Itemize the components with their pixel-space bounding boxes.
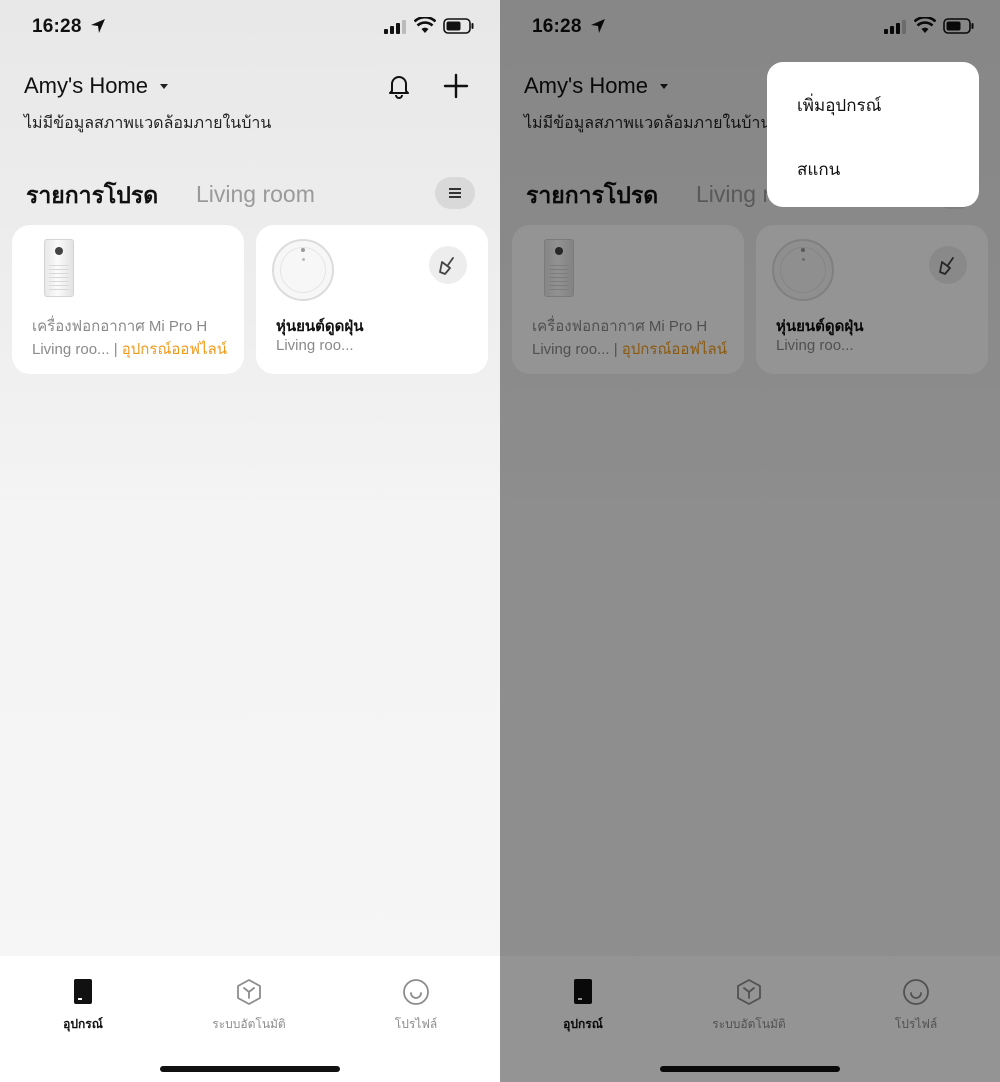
room-list-button[interactable]: [435, 177, 475, 209]
bottom-tab-bar: อุปกรณ์ ระบบอัตโนมัติ โปรไฟล์: [0, 956, 500, 1082]
device-card-robot-vacuum[interactable]: หุ่นยนต์ดูดฝุ่น Living roo...: [256, 225, 488, 374]
tab-favorites[interactable]: รายการโปรด: [26, 178, 158, 214]
location-arrow-icon: [91, 19, 105, 33]
tab-label: อุปกรณ์: [63, 1017, 103, 1031]
add-icon[interactable]: [441, 71, 471, 101]
device-room: Living roo...: [276, 337, 354, 354]
device-room: Living roo...: [32, 341, 110, 358]
home-screen-with-menu: 16:28 Amy's Home ไม่มีข้อมูลสภาพแวดล้อมภ…: [500, 0, 1000, 1082]
tab-devices[interactable]: อุปกรณ์: [23, 978, 143, 1034]
menu-line: [449, 196, 461, 198]
screens: 16:28 Amy's Home ไม่มีข้อมูลสภาพแวดล้อมภ…: [0, 0, 1000, 1082]
home-screen: 16:28 Amy's Home ไม่มีข้อมูลสภาพแวดล้อมภ…: [0, 0, 500, 1082]
device-room-status: Living roo... | อุปกรณ์ออฟไลน์: [32, 337, 227, 361]
menu-item-scan[interactable]: สแกน: [797, 156, 840, 183]
tab-label: ระบบอัตโนมัติ: [212, 1017, 286, 1031]
robot-vacuum-image: [272, 239, 334, 301]
tab-automation[interactable]: ระบบอัตโนมัติ: [189, 978, 309, 1034]
bell-icon[interactable]: [385, 72, 413, 100]
air-purifier-image: [44, 239, 74, 297]
vacuum-button: [302, 258, 305, 261]
add-menu-popup: เพิ่มอุปกรณ์ สแกน: [767, 62, 979, 207]
automation-cube-icon: [237, 979, 261, 1005]
device-name: เครื่องฟอกอากาศ Mi Pro H: [32, 318, 208, 335]
device-name: หุ่นยนต์ดูดฝุ่น: [276, 318, 364, 335]
smiley-icon: [403, 979, 429, 1005]
vacuum-ring: [280, 247, 326, 293]
offline-status: อุปกรณ์ออฟไลน์: [121, 341, 227, 358]
tab-label: โปรไฟล์: [394, 1017, 438, 1031]
menu-line: [449, 192, 461, 194]
tab-profile[interactable]: โปรไฟล์: [356, 978, 476, 1034]
purifier-grill: [49, 262, 69, 290]
home-selector[interactable]: Amy's Home: [24, 73, 148, 99]
device-card-air-purifier[interactable]: เครื่องฟอกอากาศ Mi Pro H Living roo... |…: [12, 225, 244, 374]
wifi-icon: [414, 17, 436, 33]
vacuum-sensor: [301, 248, 305, 252]
battery-icon: [443, 18, 474, 34]
broom-icon: [439, 257, 454, 275]
status-bar: 16:28: [0, 0, 500, 54]
separator: |: [109, 341, 122, 358]
purifier-display: [55, 247, 63, 255]
menu-line: [449, 188, 461, 190]
device-icon: [74, 979, 92, 1004]
clean-button[interactable]: [429, 246, 467, 284]
status-time: 16:28: [32, 16, 82, 37]
menu-item-add-device[interactable]: เพิ่มอุปกรณ์: [797, 92, 881, 119]
environment-status: ไม่มีข้อมูลสภาพแวดล้อมภายในบ้าน: [24, 115, 272, 132]
tab-living-room[interactable]: Living room: [196, 181, 315, 208]
cellular-signal-icon: [384, 20, 406, 34]
home-indicator[interactable]: [160, 1066, 340, 1072]
caret-down-icon[interactable]: [160, 84, 168, 89]
